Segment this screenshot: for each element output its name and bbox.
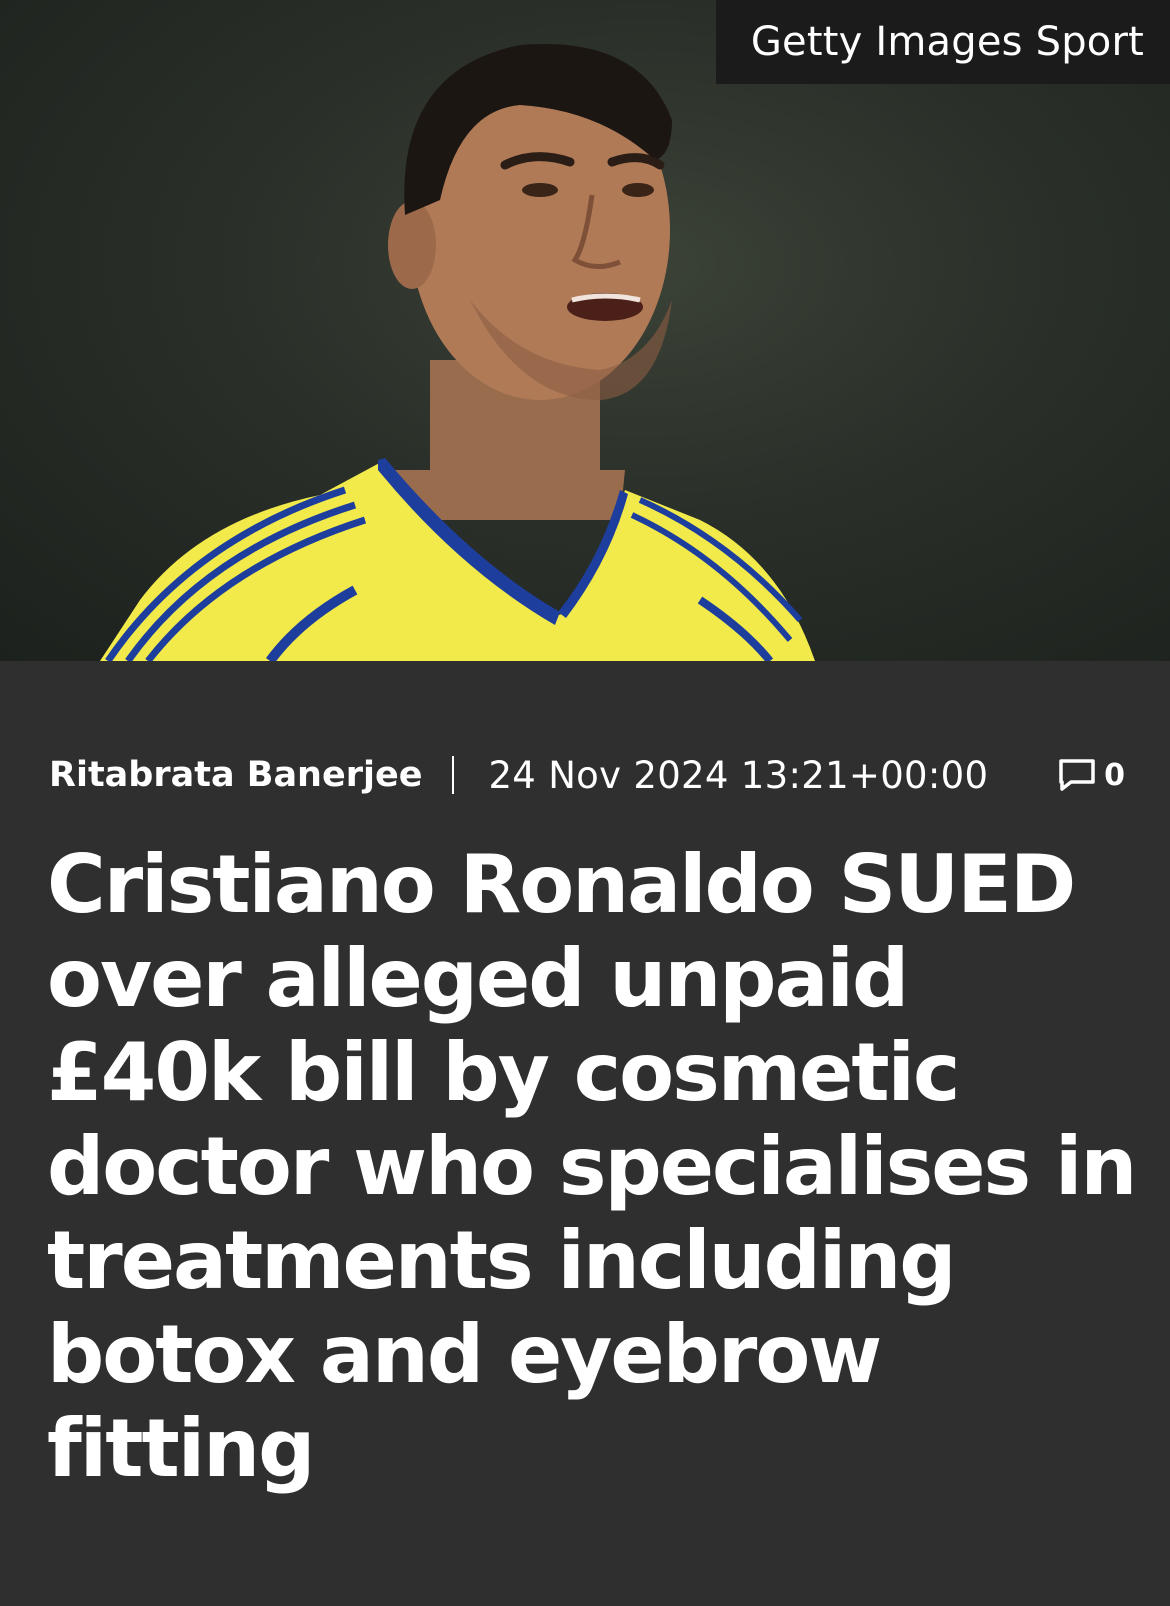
comment-count: 0 — [1104, 757, 1125, 793]
hero-image[interactable]: Getty Images Sport — [0, 0, 1170, 661]
image-credit: Getty Images Sport — [716, 0, 1170, 84]
comments-button[interactable]: 0 — [1058, 758, 1125, 793]
player-photo — [100, 43, 815, 661]
article-page: Getty Images Sport Ritabrata Banerjee 24… — [0, 0, 1170, 1606]
article-meta: Ritabrata Banerjee 24 Nov 2024 13:21+00:… — [49, 748, 1125, 802]
article-headline: Cristiano Ronaldo SUED over alleged unpa… — [47, 838, 1137, 1495]
comment-icon — [1058, 758, 1096, 792]
publish-date: 24 Nov 2024 13:21+00:00 — [488, 753, 989, 797]
author-link[interactable]: Ritabrata Banerjee — [49, 755, 422, 795]
meta-divider — [452, 756, 455, 794]
